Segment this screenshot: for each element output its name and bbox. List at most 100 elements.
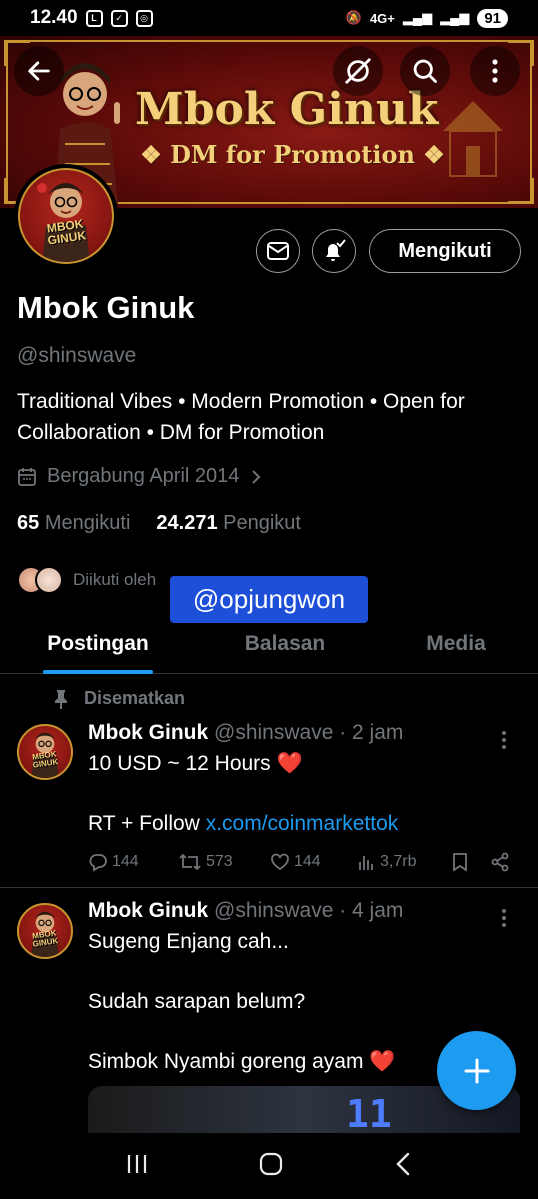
compose-post-button[interactable] xyxy=(437,1031,516,1110)
followed-by-label: Diikuti oleh xyxy=(73,570,157,589)
post-actions: 144 573 144 3,7rb xyxy=(88,852,518,872)
recent-apps-icon xyxy=(127,1154,146,1173)
post-avatar[interactable]: MBOK GINUK xyxy=(17,724,73,780)
joined-label: Bergabung April 2014 xyxy=(47,465,240,487)
chevron-right-icon xyxy=(252,469,261,484)
followed-by-row[interactable]: Diikuti oleh xyxy=(17,566,156,594)
bell-check-icon xyxy=(326,239,346,261)
avatar-image: MBOK GINUK xyxy=(18,168,114,264)
profile-avatar[interactable]: MBOK GINUK xyxy=(14,164,118,268)
banner-title: Mbok Ginuk xyxy=(135,84,439,135)
profile-handle: @shinswave xyxy=(17,344,137,367)
signal-icon-2: ▂▄▆ xyxy=(440,10,470,25)
search-icon xyxy=(413,59,437,83)
views-button[interactable]: 3,7rb xyxy=(358,853,452,871)
profile-bio: Traditional Vibes • Modern Promotion • O… xyxy=(17,390,465,444)
reply-button[interactable]: 144 xyxy=(88,852,178,872)
reply-icon xyxy=(89,854,107,872)
bookmark-icon xyxy=(453,853,467,872)
chevron-left-icon xyxy=(396,1152,410,1175)
following-stat[interactable]: 65 Mengikuti xyxy=(17,512,130,535)
checkbox-notification-icon: ✓ xyxy=(110,9,128,27)
mutual-avatar xyxy=(35,566,63,594)
profile-name: Mbok Ginuk xyxy=(17,290,195,325)
post-text: 10 USD ~ 12 Hours ❤️ RT + Follow x.com/c… xyxy=(88,749,518,839)
tab-media[interactable]: Media xyxy=(374,620,538,673)
following-label: Mengikuti xyxy=(44,512,131,534)
post-author-name[interactable]: Mbok Ginuk xyxy=(88,721,208,744)
plus-icon xyxy=(464,1058,489,1083)
active-tab-indicator xyxy=(43,670,153,674)
vertical-dots-icon xyxy=(502,731,506,749)
share-icon xyxy=(491,852,509,872)
repost-button[interactable]: 573 xyxy=(178,852,270,872)
following-button[interactable]: Mengikuti xyxy=(369,229,521,273)
profile-tabs: Postingan Balasan Media xyxy=(0,620,538,674)
post-line: Sugeng Enjang cah... xyxy=(88,930,289,953)
signal-icon: ▂▄▆ xyxy=(402,10,433,25)
vertical-dots-icon xyxy=(492,59,498,83)
calendar-icon xyxy=(18,467,36,486)
battery-indicator: 91 xyxy=(477,8,508,28)
share-button[interactable] xyxy=(490,852,510,872)
banner-joglo-house-illustration xyxy=(443,101,503,177)
heart-icon xyxy=(271,853,289,871)
post-meta: @shinswave · 4 jam xyxy=(214,899,404,922)
vertical-dots-icon xyxy=(502,909,506,927)
envelope-icon xyxy=(267,242,289,260)
post-line: Sudah sarapan belum? xyxy=(88,990,306,1013)
post-line-text: RT + Follow xyxy=(88,812,206,835)
line-app-icon: L xyxy=(85,9,103,27)
post-more-button[interactable] xyxy=(500,908,508,928)
media-digital-display: 11 xyxy=(346,1092,392,1136)
tab-label: Postingan xyxy=(47,632,149,655)
followers-count: 24.271 xyxy=(156,512,218,534)
arrow-left-icon xyxy=(28,61,50,81)
search-button[interactable] xyxy=(400,46,450,96)
system-nav-bar xyxy=(0,1133,538,1199)
follow-stats: 65 Mengikuti 24.271 Pengikut xyxy=(17,512,301,535)
tab-postingan[interactable]: Postingan xyxy=(0,620,196,674)
repost-count: 573 xyxy=(206,853,233,870)
followers-label: Pengikut xyxy=(223,512,301,534)
tab-label: Balasan xyxy=(244,632,326,655)
recent-apps-button[interactable] xyxy=(125,1153,149,1180)
tab-label: Media xyxy=(426,632,486,655)
post-more-button[interactable] xyxy=(500,730,508,750)
reply-count: 144 xyxy=(112,853,139,870)
banner-subtitle: ❖ DM for Promotion ❖ xyxy=(140,140,445,169)
post-divider xyxy=(0,887,538,888)
views-chart-icon xyxy=(359,856,373,870)
post-header: Mbok Ginuk @shinswave · 4 jam xyxy=(88,899,403,923)
joined-date[interactable]: Bergabung April 2014 xyxy=(17,465,263,488)
grok-button[interactable] xyxy=(333,46,383,96)
followers-stat[interactable]: 24.271 Pengikut xyxy=(156,512,301,535)
post-avatar[interactable]: MBOK GINUK xyxy=(17,903,73,959)
pinned-label-row: Disematkan xyxy=(52,688,185,709)
post-link[interactable]: x.com/coinmarkettok xyxy=(206,812,399,835)
like-button[interactable]: 144 xyxy=(270,853,358,871)
pinned-label: Disematkan xyxy=(84,688,186,708)
post-header: Mbok Ginuk @shinswave · 2 jam xyxy=(88,721,403,745)
tab-balasan[interactable]: Balasan xyxy=(196,620,374,673)
pin-icon xyxy=(55,689,67,709)
mute-icon: 🔕 xyxy=(345,10,362,25)
following-count: 65 xyxy=(17,512,40,534)
home-button[interactable] xyxy=(258,1151,284,1182)
post-meta: @shinswave · 2 jam xyxy=(214,721,404,744)
grok-icon xyxy=(345,58,371,84)
system-back-button[interactable] xyxy=(393,1151,413,1182)
network-label: 4G+ xyxy=(369,10,395,26)
status-bar: 12.40 L ✓ ◎ 🔕 4G+ ▂▄▆ ▂▄▆ 91 xyxy=(0,0,538,36)
message-button[interactable] xyxy=(256,229,300,273)
more-options-button[interactable] xyxy=(470,46,520,96)
status-time: 12.40 xyxy=(30,7,78,28)
notifications-button[interactable] xyxy=(312,229,356,273)
post-line: 10 USD ~ 12 Hours ❤️ xyxy=(88,752,303,775)
view-count: 3,7rb xyxy=(380,853,417,870)
back-button[interactable] xyxy=(14,46,64,96)
banner-corner xyxy=(508,178,534,204)
post-author-name[interactable]: Mbok Ginuk xyxy=(88,899,208,922)
bookmark-button[interactable] xyxy=(452,852,490,872)
repost-icon xyxy=(179,853,201,871)
